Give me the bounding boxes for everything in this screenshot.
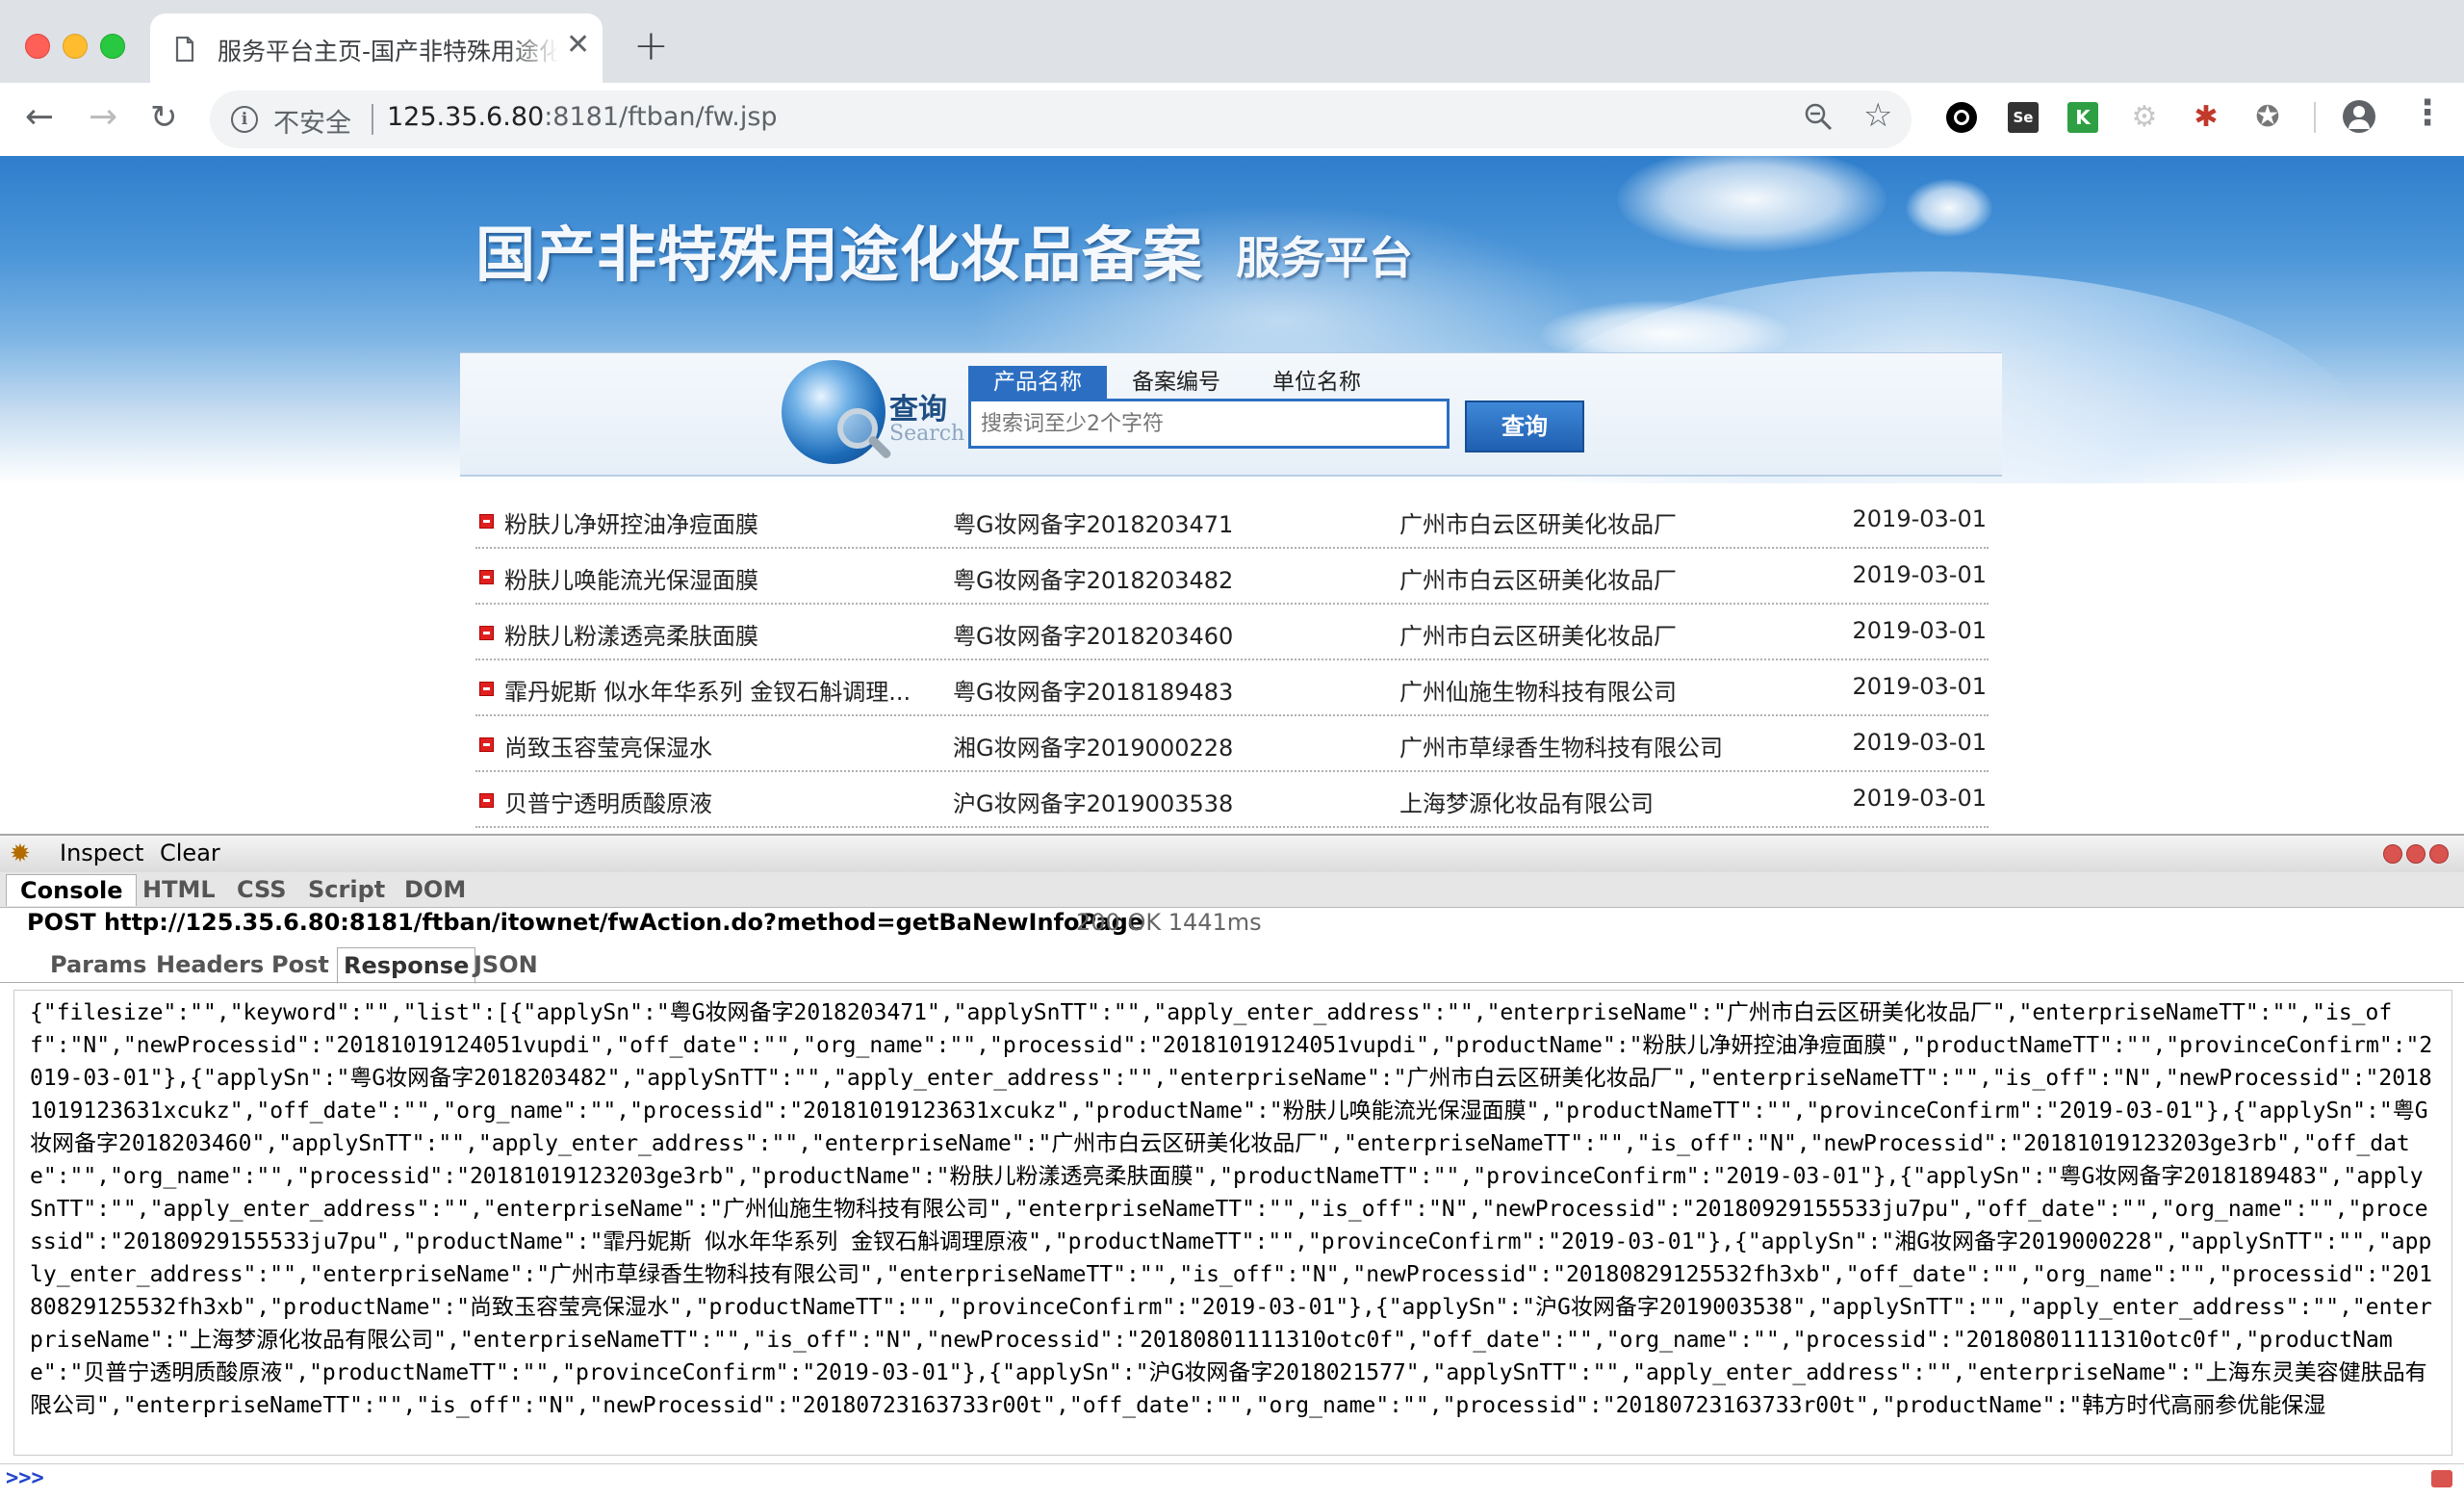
bullet-icon — [479, 514, 494, 529]
clear-button[interactable]: Clear — [160, 840, 220, 866]
enterprise-name: 广州市草绿香生物科技有限公司 — [1399, 735, 1723, 762]
command-prompt: >>> — [6, 1466, 44, 1490]
enterprise-name: 上海梦源化妆品有限公司 — [1399, 790, 1654, 817]
tab-css[interactable]: CSS — [237, 874, 287, 905]
bullet-icon — [479, 793, 494, 808]
bullet-icon — [479, 626, 494, 640]
security-label[interactable]: 不安全 — [273, 102, 351, 140]
list-item[interactable]: 粉肤儿粉漾透亮柔肤面膜 粤G妆网备字2018203460 广州市白云区研美化妆品… — [475, 605, 1989, 660]
forward-arrow-icon[interactable]: → — [89, 98, 117, 137]
enterprise-name: 广州仙施生物科技有限公司 — [1399, 679, 1677, 706]
record-number: 粤G妆网备字2018203460 — [953, 623, 1234, 650]
reload-icon[interactable]: ↻ — [150, 98, 178, 137]
tab-dom[interactable]: DOM — [404, 874, 466, 905]
request-status: 200 OK 1441ms — [1076, 909, 1262, 936]
record-date: 2019-03-01 — [1852, 785, 1987, 812]
zoom-out-icon[interactable] — [1804, 102, 1833, 131]
address-separator — [372, 104, 373, 135]
tab-product-name[interactable]: 产品名称 — [968, 366, 1107, 399]
list-item[interactable]: 粉肤儿唤能流光保湿面膜 粤G妆网备字2018203482 广州市白云区研美化妆品… — [475, 549, 1989, 605]
info-icon[interactable]: i — [231, 106, 258, 133]
subtab-divider — [0, 982, 2464, 983]
globe-search-icon — [782, 360, 893, 464]
tab-json[interactable]: JSON — [468, 947, 544, 982]
bullet-icon — [479, 570, 494, 584]
firebug-minimize-icon[interactable] — [2383, 844, 2402, 864]
url-host: 125.35.6.80 — [387, 102, 545, 132]
record-list: 粉肤儿净妍控油净痘面膜 粤G妆网备字2018203471 广州市白云区研美化妆品… — [475, 493, 1989, 828]
search-label-en: Search — [889, 422, 965, 446]
enterprise-name: 广州市白云区研美化妆品厂 — [1399, 623, 1677, 650]
bullet-icon — [479, 682, 494, 696]
record-number: 粤G妆网备字2018189483 — [953, 679, 1234, 706]
gear-ext-icon[interactable]: ⚙ — [2129, 102, 2160, 133]
firebug-panel: ✹ Inspect Clear Console HTML CSS Script … — [0, 834, 2464, 1498]
record-number: 湘G妆网备字2019000228 — [953, 735, 1234, 762]
tab-unit-name[interactable]: 单位名称 — [1257, 366, 1376, 399]
record-number: 粤G妆网备字2018203482 — [953, 567, 1234, 594]
tab-script[interactable]: Script — [308, 874, 385, 905]
new-tab-button[interactable]: + — [633, 25, 669, 67]
tab-post[interactable]: Post — [266, 947, 335, 982]
minimize-window-button[interactable] — [63, 34, 88, 59]
katalon-ext-icon[interactable]: K — [2067, 102, 2098, 133]
search-input[interactable] — [968, 399, 1450, 449]
product-name-link[interactable]: 贝普宁透明质酸原液 — [504, 785, 712, 818]
firebug-tabs: Console HTML CSS Script DOM — [0, 872, 2464, 908]
site-title: 国产非特殊用途化妆品备案 — [475, 220, 1204, 290]
toolbar-separator — [2314, 102, 2316, 133]
search-button[interactable]: 查询 — [1465, 401, 1584, 452]
menu-dots-icon[interactable]: ⋮ — [2410, 96, 2445, 131]
tab-params[interactable]: Params — [44, 947, 152, 982]
bookmark-star-icon[interactable]: ☆ — [1863, 96, 1892, 135]
back-arrow-icon[interactable]: ← — [25, 98, 54, 137]
page-icon — [175, 37, 194, 62]
response-body[interactable]: {"filesize":"","keyword":"","list":[{"ap… — [13, 990, 2452, 1456]
product-name-link[interactable]: 粉肤儿粉漾透亮柔肤面膜 — [504, 617, 758, 651]
record-date: 2019-03-01 — [1852, 505, 1987, 532]
inspect-button[interactable]: Inspect — [60, 840, 143, 866]
request-line[interactable]: POST http://125.35.6.80:8181/ftban/itown… — [27, 909, 1143, 936]
fullscreen-window-button[interactable] — [100, 34, 125, 59]
command-line[interactable]: >>> — [0, 1463, 2464, 1499]
enterprise-name: 广州市白云区研美化妆品厂 — [1399, 567, 1677, 594]
firebug-close-icon[interactable] — [2429, 844, 2449, 864]
record-date: 2019-03-01 — [1852, 617, 1987, 644]
firebug-bug-icon[interactable]: ✹ — [10, 841, 31, 866]
record-date: 2019-03-01 — [1852, 673, 1987, 700]
circle-ext-icon[interactable] — [1946, 102, 1977, 133]
firebug-detach-icon[interactable] — [2406, 844, 2426, 864]
product-name-link[interactable]: 霏丹妮斯 似水年华系列 金钗石斛调理... — [504, 673, 911, 707]
firebug-toolbar: ✹ Inspect Clear — [0, 836, 2464, 873]
tab-title: 服务平台主页-国产非特殊用途化妆品备案 — [218, 38, 558, 65]
bug-ext-icon[interactable]: ✱ — [2191, 102, 2221, 133]
product-name-link[interactable]: 粉肤儿唤能流光保湿面膜 — [504, 561, 758, 595]
enterprise-name: 广州市白云区研美化妆品厂 — [1399, 511, 1677, 538]
list-item[interactable]: 霏丹妮斯 似水年华系列 金钗石斛调理... 粤G妆网备字2018189483 广… — [475, 660, 1989, 716]
bullet-icon — [479, 737, 494, 752]
product-name-link[interactable]: 粉肤儿净妍控油净痘面膜 — [504, 505, 758, 539]
tab-console[interactable]: Console — [6, 874, 138, 906]
record-number: 粤G妆网备字2018203471 — [953, 511, 1234, 538]
record-number: 沪G妆网备字2019003538 — [953, 790, 1234, 817]
tab-html[interactable]: HTML — [142, 874, 216, 905]
list-item[interactable]: 尚致玉容莹亮保湿水 湘G妆网备字2019000228 广州市草绿香生物科技有限公… — [475, 716, 1989, 772]
url-path: :8181/ftban/fw.jsp — [544, 102, 778, 132]
url-text[interactable]: 125.35.6.80:8181/ftban/fw.jsp — [387, 102, 778, 132]
close-tab-icon[interactable]: ✕ — [566, 31, 590, 60]
film-ext-icon[interactable]: ✪ — [2252, 102, 2283, 133]
record-date: 2019-03-01 — [1852, 729, 1987, 756]
profile-icon[interactable] — [2343, 100, 2375, 133]
tab-headers[interactable]: Headers — [150, 947, 270, 982]
site-subtitle: 服务平台 — [1236, 232, 1413, 284]
selenium-ext-icon[interactable]: Se — [2008, 102, 2039, 133]
close-window-button[interactable] — [25, 34, 50, 59]
expand-command-icon[interactable] — [2431, 1470, 2452, 1487]
record-date: 2019-03-01 — [1852, 561, 1987, 588]
tab-response[interactable]: Response — [337, 947, 476, 984]
product-name-link[interactable]: 尚致玉容莹亮保湿水 — [504, 729, 712, 762]
list-item[interactable]: 贝普宁透明质酸原液 沪G妆网备字2019003538 上海梦源化妆品有限公司 2… — [475, 772, 1989, 828]
list-item[interactable]: 粉肤儿净妍控油净痘面膜 粤G妆网备字2018203471 广州市白云区研美化妆品… — [475, 493, 1989, 549]
tab-record-number[interactable]: 备案编号 — [1116, 366, 1236, 399]
